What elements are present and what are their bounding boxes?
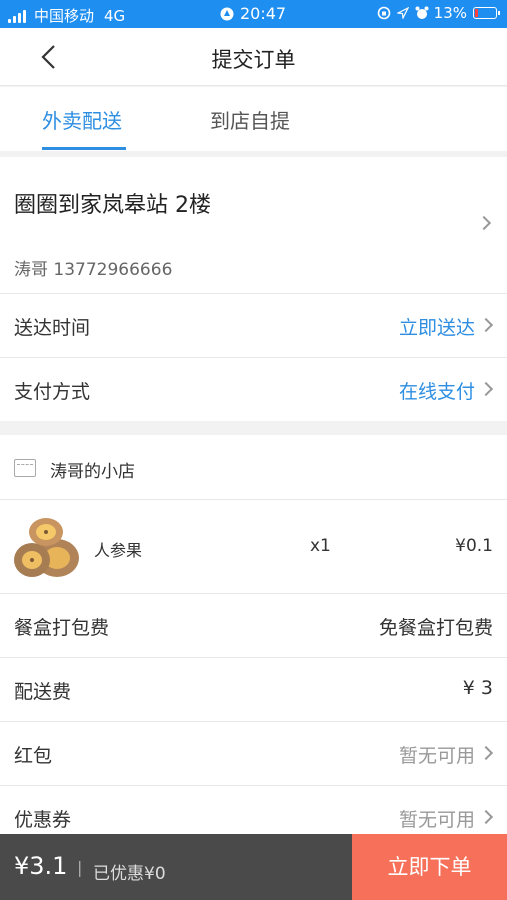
red-packet-label: 红包 [14,745,53,767]
chevron-right-icon [478,381,494,397]
payment-label: 支付方式 [14,381,91,403]
submit-order-button[interactable]: 立即下单 [352,834,507,900]
chevron-right-icon [478,745,494,761]
battery-level [475,9,478,17]
carrier-label: 中国移动 [34,7,95,25]
item-name: 人参果 [94,541,143,560]
alarm-icon [415,6,429,19]
status-center: 20:47 [220,4,286,23]
packing-fee-label: 餐盒打包费 [14,617,110,639]
active-tab-indicator [42,147,126,150]
store-icon [14,459,36,477]
shop-name: 涛哥的小店 [50,462,135,482]
chevron-right-icon [476,215,492,231]
packing-fee-row: 餐盒打包费 免餐盒打包费 [0,593,507,657]
location-arrow-icon [396,7,409,19]
item-quantity: x1 [310,536,331,556]
delivery-time-row[interactable]: 送达时间 立即送达 [0,293,507,357]
payment-value: 在线支付 [398,381,475,403]
footer-separator: | [77,858,83,877]
shop-header: 涛哥的小店 [0,435,507,499]
rotation-lock-icon [377,6,390,20]
coupon-label: 优惠券 [14,809,72,831]
network-label: 4G [104,6,126,25]
clock: 20:47 [240,4,287,23]
address-title: 圈圈到家岚皋站 2楼 [14,193,211,218]
delivery-fee-value: ¥ 3 [462,677,493,699]
battery-percent: 13% [433,4,467,22]
coupon-value: 暂无可用 [398,809,475,831]
location-lock-icon [220,7,234,20]
payment-method-row[interactable]: 支付方式 在线支付 [0,357,507,421]
chevron-right-icon [478,317,494,333]
order-total: ¥3.1 [14,852,68,880]
delivery-time-label: 送达时间 [14,317,91,339]
address-card[interactable]: 圈圈到家岚皋站 2楼 涛哥 13772966666 [0,157,507,293]
delivery-fee-row: 配送费 ¥ 3 [0,657,507,721]
tab-delivery[interactable]: 外卖配送 [42,105,122,134]
tab-pickup[interactable]: 到店自提 [210,105,290,134]
delivery-fee-label: 配送费 [14,681,72,703]
checkout-bar: ¥3.1 | 已优惠¥0 立即下单 [0,834,507,900]
product-image [14,518,79,577]
red-packet-row[interactable]: 红包 暂无可用 [0,721,507,785]
nav-bar: 提交订单 [0,28,507,86]
status-right: 13% [377,4,500,22]
battery-icon [473,7,500,19]
item-price: ¥0.1 [455,536,493,556]
chevron-right-icon [478,809,494,825]
packing-fee-value: 免餐盒打包费 [378,617,493,639]
page-title: 提交订单 [211,48,296,72]
delivery-tabs: 外卖配送 到店自提 [0,87,507,151]
status-bar: 中国移动 4G 20:47 13% [0,0,507,28]
red-packet-value: 暂无可用 [398,745,475,767]
status-left: 中国移动 4G [8,5,125,26]
address-contact: 涛哥 13772966666 [14,260,173,280]
order-item: 人参果 x1 ¥0.1 [0,499,507,593]
signal-icon [8,9,28,23]
delivery-time-value: 立即送达 [398,317,475,339]
discount-amount: 已优惠¥0 [93,864,166,884]
